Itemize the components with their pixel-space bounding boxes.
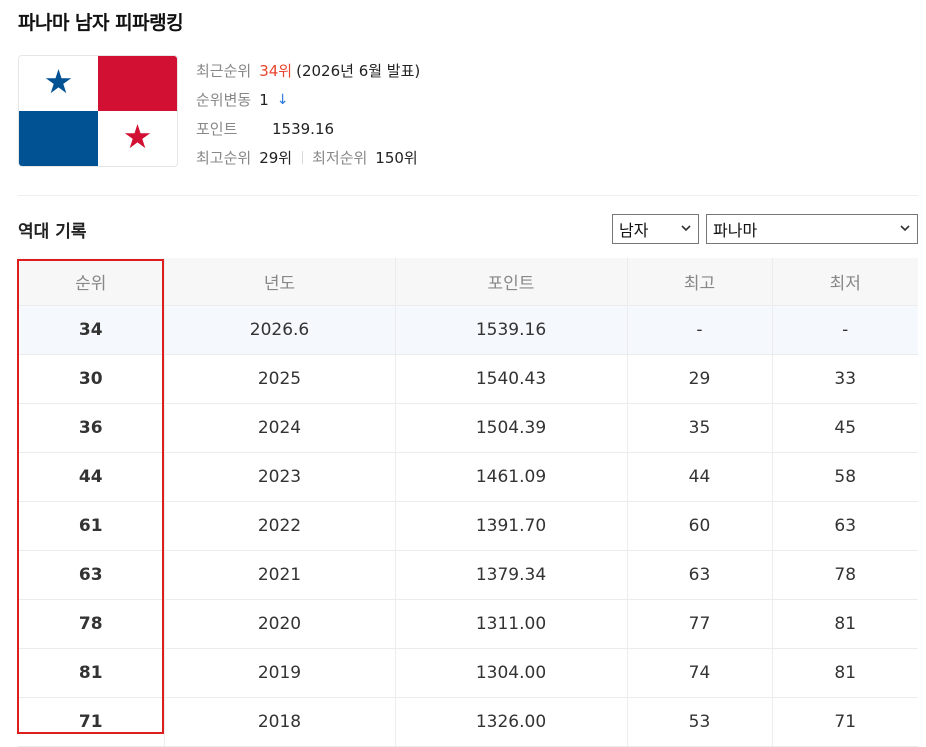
table-row: 81 2019 1304.00 74 81 [18, 648, 918, 698]
points-label: 포인트 [196, 120, 238, 138]
chevron-down-icon [900, 225, 910, 232]
rank-cell: 34 [18, 305, 165, 355]
recent-rank-row: 최근순위 34위 (2026년 6월 발표) [196, 56, 420, 85]
table-row: 34 2026.6 1539.16 - - [18, 305, 918, 355]
points-cell: 1540.43 [395, 354, 628, 404]
rank-cell: 78 [18, 599, 165, 649]
panama-flag [18, 55, 178, 167]
recent-rank-value: 34위 [259, 62, 293, 80]
rank-change-value: 1 [259, 90, 269, 109]
column-header-best: 최고 [627, 258, 773, 306]
table-row: 78 2020 1311.00 77 81 [18, 599, 918, 649]
worst-cell: 45 [772, 403, 918, 453]
worst-cell: 71 [772, 697, 918, 747]
best-cell: 35 [627, 403, 773, 453]
table-row: 36 2024 1504.39 35 45 [18, 403, 918, 453]
points-cell: 1326.00 [395, 697, 628, 747]
year-cell: 2026.6 [164, 305, 396, 355]
records-table: 순위 년도 포인트 최고 최저 34 2026.6 1539.16 - - 30… [18, 258, 918, 747]
table-row: 61 2022 1391.70 60 63 [18, 501, 918, 551]
rank-cell: 81 [18, 648, 165, 698]
worst-rank-label: 최저순위 [312, 149, 368, 167]
rank-cell: 71 [18, 697, 165, 747]
table-row: 44 2023 1461.09 44 58 [18, 452, 918, 502]
section-divider [18, 195, 918, 196]
ranking-summary: 최근순위 34위 (2026년 6월 발표) 순위변동 1 ↓ 포인트 1539… [196, 56, 420, 172]
records-section-title: 역대 기록 [18, 222, 87, 242]
recent-rank-note: (2026년 6월 발표) [296, 62, 421, 80]
panama-flag-image [19, 56, 177, 166]
best-cell: 74 [627, 648, 773, 698]
worst-cell: 58 [772, 452, 918, 502]
arrow-down-icon: ↓ [276, 91, 289, 108]
recent-rank-label: 최근순위 [196, 62, 252, 80]
gender-select[interactable]: 남자 [612, 214, 699, 244]
worst-cell: 33 [772, 354, 918, 404]
worst-rank-value: 150위 [375, 149, 418, 167]
worst-cell: 81 [772, 648, 918, 698]
table-row: 71 2018 1326.00 53 71 [18, 697, 918, 747]
divider [302, 151, 304, 164]
rank-change-row: 순위변동 1 ↓ [196, 85, 420, 114]
rank-cell: 30 [18, 354, 165, 404]
table-header-row: 순위 년도 포인트 최고 최저 [18, 258, 918, 306]
points-cell: 1461.09 [395, 452, 628, 502]
year-cell: 2025 [164, 354, 396, 404]
year-cell: 2019 [164, 648, 396, 698]
points-row: 포인트 1539.16 [196, 114, 420, 143]
column-header-rank: 순위 [18, 258, 165, 306]
points-cell: 1504.39 [395, 403, 628, 453]
points-cell: 1539.16 [395, 305, 628, 355]
year-cell: 2024 [164, 403, 396, 453]
rank-cell: 44 [18, 452, 165, 502]
points-cell: 1304.00 [395, 648, 628, 698]
year-cell: 2023 [164, 452, 396, 502]
country-select-value: 파나마 [713, 221, 758, 240]
rank-cell: 63 [18, 550, 165, 600]
best-rank-label: 최고순위 [196, 149, 252, 167]
year-cell: 2022 [164, 501, 396, 551]
rank-cell: 61 [18, 501, 165, 551]
worst-cell: 81 [772, 599, 918, 649]
best-cell: 29 [627, 354, 773, 404]
points-value: 1539.16 [272, 119, 335, 138]
best-cell: 63 [627, 550, 773, 600]
best-cell: 77 [627, 599, 773, 649]
gender-select-value: 남자 [619, 221, 649, 240]
worst-cell: 63 [772, 501, 918, 551]
table-row: 63 2021 1379.34 63 78 [18, 550, 918, 600]
column-header-points: 포인트 [395, 258, 628, 306]
rank-cell: 36 [18, 403, 165, 453]
rank-change-label: 순위변동 [196, 91, 252, 109]
best-cell: 44 [627, 452, 773, 502]
best-cell: 60 [627, 501, 773, 551]
points-cell: 1391.70 [395, 501, 628, 551]
best-worst-row: 최고순위 29위 최저순위 150위 [196, 143, 420, 172]
best-cell: - [627, 305, 773, 355]
column-header-year: 년도 [164, 258, 396, 306]
worst-cell: - [772, 305, 918, 355]
best-rank-value: 29위 [259, 149, 293, 167]
year-cell: 2018 [164, 697, 396, 747]
worst-cell: 78 [772, 550, 918, 600]
chevron-down-icon [681, 225, 691, 232]
table-row: 30 2025 1540.43 29 33 [18, 354, 918, 404]
column-header-worst: 최저 [772, 258, 918, 306]
country-select[interactable]: 파나마 [706, 214, 918, 244]
year-cell: 2021 [164, 550, 396, 600]
year-cell: 2020 [164, 599, 396, 649]
points-cell: 1311.00 [395, 599, 628, 649]
best-cell: 53 [627, 697, 773, 747]
points-cell: 1379.34 [395, 550, 628, 600]
page-title: 파나마 남자 피파랭킹 [18, 12, 184, 34]
